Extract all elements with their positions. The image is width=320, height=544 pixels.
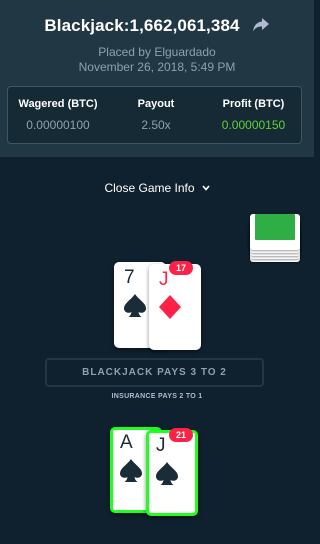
- close-game-info-button[interactable]: Close Game Info: [0, 180, 314, 196]
- close-game-info-label: Close Game Info: [104, 181, 195, 195]
- profit-value: 0.00000150: [221, 118, 286, 132]
- payout-stat: Payout 2.50x: [108, 98, 204, 132]
- profit-stat: Profit (BTC) 0.00000150: [204, 98, 303, 132]
- spade-icon: [124, 294, 146, 317]
- card-rank: A: [120, 432, 133, 453]
- wagered-stat: Wagered (BTC) 0.00000100: [8, 98, 108, 132]
- wagered-value: 0.00000100: [26, 118, 90, 132]
- title-row: Blackjack:1,662,061,384: [0, 14, 314, 38]
- wagered-label: Wagered (BTC): [18, 98, 98, 110]
- dealer-score-badge: 17: [169, 261, 193, 275]
- dealer-card-2: J: [149, 264, 201, 350]
- bet-header: Blackjack:1,662,061,384 Placed by Elguar…: [0, 0, 314, 157]
- card-rank: 7: [124, 267, 135, 288]
- payout-label: Payout: [137, 98, 175, 110]
- share-arrow-icon[interactable]: [252, 17, 270, 33]
- profit-label: Profit (BTC): [222, 98, 285, 110]
- bet-date: November 26, 2018, 5:49 PM: [78, 60, 236, 74]
- insurance-pays-text: INSURANCE PAYS 2 TO 1: [111, 393, 203, 400]
- chevron-down-icon: [201, 185, 210, 191]
- card-rank: J: [159, 269, 169, 290]
- game-info-panel: Blackjack:1,662,061,384 Placed by Elguar…: [0, 0, 314, 544]
- blackjack-pays-text: BLACKJACK PAYS 3 TO 2: [82, 367, 227, 378]
- diamond-icon: [159, 295, 181, 319]
- spade-icon: [156, 462, 178, 485]
- bet-stats: Wagered (BTC) 0.00000100 Payout 2.50x Pr…: [7, 86, 302, 144]
- spade-icon: [120, 459, 142, 482]
- placed-by: Placed by Elguardado: [98, 45, 216, 59]
- card-rank: J: [156, 435, 166, 456]
- player-score-badge: 21: [169, 428, 193, 442]
- player-card-2: J: [146, 430, 198, 516]
- blackjack-pays-banner: BLACKJACK PAYS 3 TO 2: [45, 358, 264, 387]
- card-deck-icon: [250, 214, 302, 262]
- payout-value: 2.50x: [141, 118, 171, 132]
- bet-title: Blackjack:1,662,061,384: [44, 16, 240, 35]
